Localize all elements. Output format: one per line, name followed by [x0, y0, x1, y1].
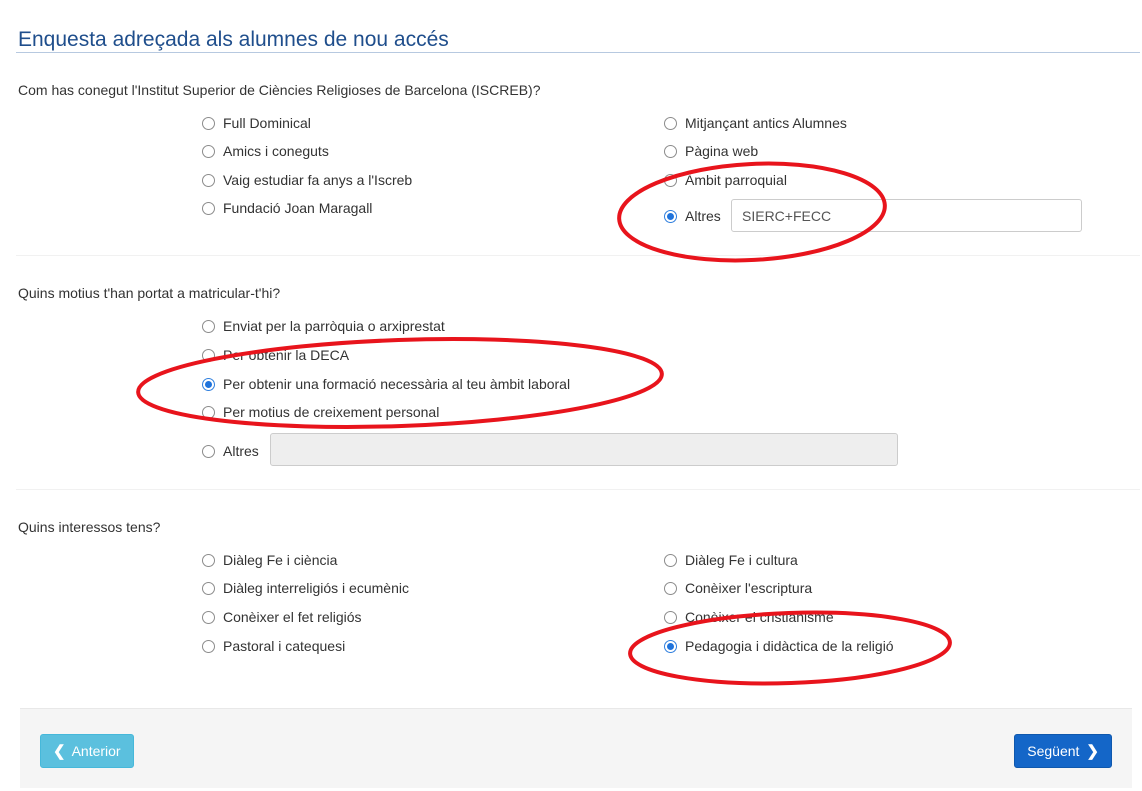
- option-label: Diàleg Fe i ciència: [223, 552, 338, 568]
- previous-button-label: Anterior: [71, 743, 121, 759]
- option-label: Diàleg Fe i cultura: [685, 552, 798, 568]
- option-fe-i-cultura[interactable]: Diàleg Fe i cultura: [664, 552, 798, 568]
- radio-button[interactable]: [664, 173, 677, 187]
- radio-button[interactable]: [202, 319, 215, 333]
- q2-other-input[interactable]: [270, 433, 898, 466]
- option-label: Diàleg interreligiós i ecumènic: [223, 580, 409, 596]
- option-fe-i-ciencia[interactable]: Diàleg Fe i ciència: [202, 552, 337, 568]
- radio-button[interactable]: [202, 610, 215, 624]
- option-label: Vaig estudiar fa anys a l'Iscreb: [223, 172, 413, 188]
- option-label: Altres: [685, 208, 721, 224]
- radio-button[interactable]: [202, 173, 215, 187]
- section-divider: [16, 489, 1140, 490]
- radio-button[interactable]: [664, 581, 677, 595]
- page-title: Enquesta adreçada als alumnes de nou acc…: [18, 28, 449, 51]
- annotation-overlay: [136, 161, 952, 686]
- radio-button[interactable]: [202, 405, 215, 419]
- option-label: Conèixer el cristianisme: [685, 609, 834, 625]
- radio-button[interactable]: [202, 116, 215, 130]
- option-label: Pedagogia i didàctica de la religió: [685, 638, 894, 654]
- title-divider: [16, 52, 1140, 53]
- option-obtenir-deca[interactable]: Per obtenir la DECA: [202, 347, 349, 363]
- option-pastoral-catequesi[interactable]: Pastoral i catequesi: [202, 638, 345, 654]
- radio-button-checked[interactable]: [664, 639, 677, 653]
- next-button[interactable]: Següent ❯: [1014, 734, 1112, 768]
- chevron-right-icon: ❯: [1086, 743, 1099, 760]
- option-label: Per motius de creixement personal: [223, 404, 440, 420]
- radio-button[interactable]: [202, 553, 215, 567]
- option-antics-alumnes[interactable]: Mitjançant antics Alumnes: [664, 115, 847, 131]
- option-label: Amics i coneguts: [223, 143, 329, 159]
- option-label: Pàgina web: [685, 143, 759, 159]
- option-label: Conèixer l'escriptura: [685, 580, 813, 596]
- previous-button[interactable]: ❮ Anterior: [40, 734, 134, 768]
- option-pedagogia-didactica[interactable]: Pedagogia i didàctica de la religió: [664, 638, 894, 654]
- radio-button[interactable]: [202, 444, 215, 458]
- question-1-label: Com has conegut l'Institut Superior de C…: [18, 82, 541, 98]
- option-altres-q1[interactable]: Altres: [664, 208, 721, 224]
- q1-other-input[interactable]: [731, 199, 1082, 232]
- option-enviat-parroquia[interactable]: Enviat per la parròquia o arxiprestat: [202, 318, 445, 334]
- option-label: Per obtenir una formació necessària al t…: [223, 376, 571, 392]
- option-label: Mitjançant antics Alumnes: [685, 115, 847, 131]
- form-footer: ❮ Anterior Següent ❯: [20, 708, 1132, 788]
- option-fet-religios[interactable]: Conèixer el fet religiós: [202, 609, 362, 625]
- option-label: Per obtenir la DECA: [223, 347, 350, 363]
- option-label: Pastoral i catequesi: [223, 638, 346, 654]
- option-formacio-laboral[interactable]: Per obtenir una formació necessària al t…: [202, 376, 570, 392]
- option-escriptura[interactable]: Conèixer l'escriptura: [664, 580, 812, 596]
- radio-button[interactable]: [664, 610, 677, 624]
- option-cristianisme[interactable]: Conèixer el cristianisme: [664, 609, 834, 625]
- option-vaig-estudiar[interactable]: Vaig estudiar fa anys a l'Iscreb: [202, 172, 412, 188]
- radio-button[interactable]: [202, 639, 215, 653]
- option-interreligios[interactable]: Diàleg interreligiós i ecumènic: [202, 580, 409, 596]
- next-button-label: Següent: [1027, 743, 1080, 759]
- radio-button[interactable]: [202, 201, 215, 215]
- option-label: Altres: [223, 443, 259, 459]
- radio-button[interactable]: [664, 144, 677, 158]
- question-2-label: Quins motius t'han portat a matricular-t…: [18, 285, 281, 301]
- option-fundacio-joan-maragall[interactable]: Fundació Joan Maragall: [202, 200, 372, 216]
- option-pagina-web[interactable]: Pàgina web: [664, 143, 758, 159]
- option-label: Fundació Joan Maragall: [223, 200, 373, 216]
- radio-button[interactable]: [664, 116, 677, 130]
- section-divider: [16, 255, 1140, 256]
- radio-button[interactable]: [202, 348, 215, 362]
- radio-button-checked[interactable]: [202, 377, 215, 391]
- option-creixement-personal[interactable]: Per motius de creixement personal: [202, 404, 439, 420]
- option-label: Conèixer el fet religiós: [223, 609, 362, 625]
- radio-button[interactable]: [202, 144, 215, 158]
- option-amics-i-coneguts[interactable]: Amics i coneguts: [202, 143, 329, 159]
- option-label: Full Dominical: [223, 115, 311, 131]
- option-full-dominical[interactable]: Full Dominical: [202, 115, 311, 131]
- option-label: Àmbit parroquial: [685, 172, 787, 188]
- option-ambit-parroquial[interactable]: Àmbit parroquial: [664, 172, 787, 188]
- radio-button-checked[interactable]: [664, 209, 677, 223]
- option-altres-q2[interactable]: Altres: [202, 443, 259, 459]
- question-3-label: Quins interessos tens?: [18, 519, 161, 535]
- option-label: Enviat per la parròquia o arxiprestat: [223, 318, 445, 334]
- chevron-left-icon: ❮: [53, 743, 66, 760]
- radio-button[interactable]: [202, 581, 215, 595]
- radio-button[interactable]: [664, 553, 677, 567]
